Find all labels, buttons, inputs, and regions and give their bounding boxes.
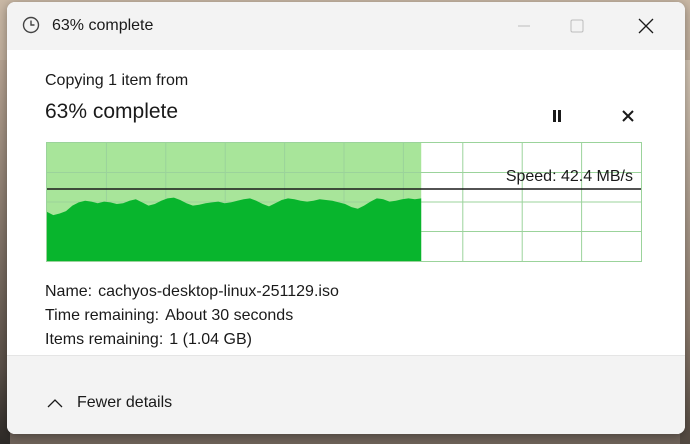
copying-label: Copying 1 item from (45, 72, 189, 89)
close-button[interactable] (623, 2, 669, 50)
detail-row-name: Name: cachyos-desktop-linux-251129.iso (45, 280, 339, 304)
cancel-icon (622, 110, 634, 122)
transfer-speed-graph: Speed: 42.4 MB/s (46, 142, 642, 262)
close-icon (638, 18, 654, 34)
pause-button[interactable] (545, 104, 569, 128)
details-panel: Name: cachyos-desktop-linux-251129.iso Ti… (45, 280, 339, 352)
time-remaining-label: Time remaining: (45, 307, 160, 324)
time-remaining-value: About 30 seconds (165, 307, 294, 324)
speed-history-area (47, 197, 422, 261)
dialog-body: Copying 1 item from 63% complete Speed: … (7, 50, 685, 355)
detail-row-items: Items remaining: 1 (1.04 GB) (45, 328, 339, 352)
dialog-footer: Fewer details (7, 355, 685, 434)
window-title: 63% complete (52, 17, 154, 34)
cancel-button[interactable] (616, 104, 640, 128)
copy-progress-window: 63% complete Copying 1 item from 63% com… (7, 2, 685, 434)
percent-heading: 63% complete (45, 100, 179, 123)
fewer-details-button[interactable]: Fewer details (47, 394, 172, 412)
detail-row-time: Time remaining: About 30 seconds (45, 304, 339, 328)
title-bar[interactable]: 63% complete (7, 2, 685, 50)
maximize-icon (570, 19, 584, 33)
minimize-icon (518, 25, 530, 27)
name-label: Name: (45, 283, 93, 300)
items-remaining-value: 1 (1.04 GB) (169, 331, 252, 348)
maximize-button[interactable] (554, 2, 600, 50)
minimize-button[interactable] (501, 2, 547, 50)
items-remaining-label: Items remaining: (45, 331, 164, 348)
chevron-up-icon (47, 399, 63, 408)
clock-icon (22, 16, 40, 34)
name-value: cachyos-desktop-linux-251129.iso (98, 283, 339, 300)
speed-graph-canvas (47, 143, 641, 261)
pause-icon (553, 110, 561, 122)
speed-label: Speed: 42.4 MB/s (505, 168, 633, 185)
fewer-details-label: Fewer details (77, 394, 173, 411)
